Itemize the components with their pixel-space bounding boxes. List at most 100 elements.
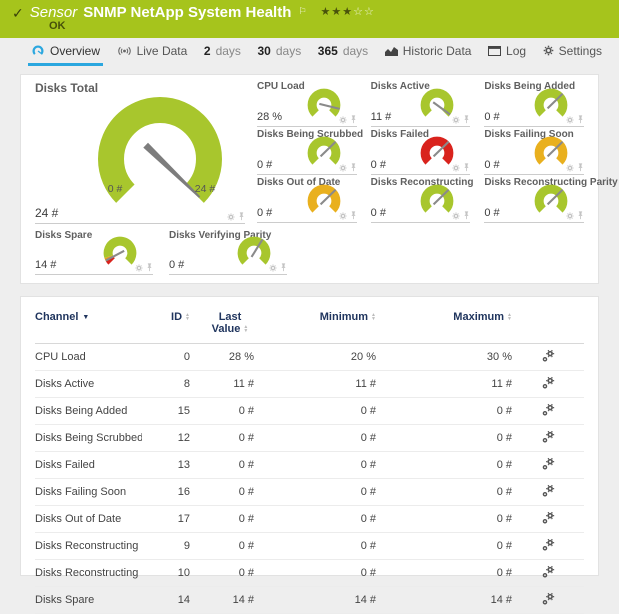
channel-settings-icon[interactable] <box>542 376 555 389</box>
tab-label: Historic Data <box>403 44 472 58</box>
channel-maximum: 0 # <box>376 506 512 533</box>
gauge-value: 0 # <box>371 159 386 171</box>
gauge-dial <box>85 95 235 213</box>
priority-stars[interactable]: ★★★☆☆ <box>320 7 374 18</box>
gauge-value: 0 # <box>484 159 499 171</box>
column-header-channel[interactable]: Channel▼ <box>35 305 142 344</box>
gauge-grid: CPU Load 28 % Disks Active 11 # Disks Be… <box>257 79 584 224</box>
gauge-settings-icon[interactable] <box>339 164 347 172</box>
gauge-icon <box>31 45 45 56</box>
gauge-pin-icon[interactable] <box>280 263 287 272</box>
column-header-id[interactable]: ID▲▼ <box>142 305 190 344</box>
column-header-minimum[interactable]: Minimum▲▼ <box>254 305 376 344</box>
channel-name: Disks Failing Soon <box>35 479 142 506</box>
channel-name: Disks Reconstructing P... <box>35 560 142 587</box>
tab-historic-data[interactable]: Historic Data <box>382 38 475 66</box>
channel-settings-icon[interactable] <box>542 457 555 470</box>
gauge-pin-icon[interactable] <box>577 115 584 124</box>
column-header-last-value[interactable]: Last Value▲▼ <box>190 305 254 344</box>
gauge-settings-icon[interactable] <box>227 213 235 221</box>
channel-name: Disks Spare <box>35 587 142 614</box>
tab-label: Live Data <box>137 44 188 58</box>
gauge-pin-icon[interactable] <box>146 263 153 272</box>
channel-minimum: 0 # <box>254 533 376 560</box>
gauge-bottom-row: Disks Spare 14 # Disks Verifying Parity … <box>35 228 584 275</box>
tab-2-days[interactable]: 2days <box>201 38 244 66</box>
gauge-value: 0 # <box>371 207 386 219</box>
gauge-settings-icon[interactable] <box>339 116 347 124</box>
star-icon: ★ <box>331 6 342 18</box>
gauge-pin-icon[interactable] <box>577 211 584 220</box>
gauge-settings-icon[interactable] <box>566 212 574 220</box>
column-header-maximum[interactable]: Maximum▲▼ <box>376 305 512 344</box>
channel-settings-icon[interactable] <box>542 592 555 605</box>
gauge-settings-icon[interactable] <box>339 212 347 220</box>
channel-last-value: 0 # <box>190 533 254 560</box>
channel-minimum: 0 # <box>254 560 376 587</box>
gauge-value: 24 # <box>35 206 58 220</box>
status-ok-check-icon: ✓ <box>12 6 24 20</box>
gauge-settings-icon[interactable] <box>452 164 460 172</box>
channel-last-value: 0 # <box>190 506 254 533</box>
gear-icon <box>543 45 554 56</box>
channel-settings-icon[interactable] <box>542 349 555 362</box>
channels-table-panel: Channel▼ ID▲▼ Last Value▲▼ Minimum▲▼ Max… <box>20 296 599 576</box>
tab-log[interactable]: Log <box>485 38 529 66</box>
channel-name: Disks Reconstructing <box>35 533 142 560</box>
gauge-label: CPU Load <box>257 81 305 92</box>
channel-settings-icon[interactable] <box>542 538 555 551</box>
star-icon: ★ <box>320 6 331 18</box>
gauge-settings-icon[interactable] <box>269 264 277 272</box>
sort-icon: ▲▼ <box>185 313 190 321</box>
channel-id: 9 <box>142 533 190 560</box>
gauge-settings-icon[interactable] <box>566 164 574 172</box>
tab-30-days[interactable]: 30days <box>255 38 305 66</box>
gauge-settings-icon[interactable] <box>566 116 574 124</box>
channel-minimum: 14 # <box>254 587 376 614</box>
gauge-settings-icon[interactable] <box>452 212 460 220</box>
tab-365-days[interactable]: 365days <box>315 38 371 66</box>
live-icon <box>117 46 132 56</box>
table-row: Disks Reconstructing P... 10 0 # 0 # 0 # <box>35 560 584 587</box>
chart-icon <box>385 46 398 56</box>
sensor-title: SNMP NetApp System Health <box>83 4 291 21</box>
gauge-pin-icon[interactable] <box>350 115 357 124</box>
gauge-pin-icon[interactable] <box>463 211 470 220</box>
gauge-settings-icon[interactable] <box>135 264 143 272</box>
sort-icon: ▲▼ <box>507 313 512 321</box>
tab-label: Settings <box>559 44 602 58</box>
sensor-kind-label: Sensor <box>30 4 78 21</box>
channel-id: 13 <box>142 452 190 479</box>
gauge-settings-icon[interactable] <box>452 116 460 124</box>
channel-settings-icon[interactable] <box>542 484 555 497</box>
gauge-disks-failing-soon: Disks Failing Soon 0 # <box>484 127 584 175</box>
gauge-label: Disks Spare <box>35 230 92 241</box>
tab-bar: Overview Live Data 2days 30days 365days … <box>0 38 619 66</box>
channel-last-value: 11 # <box>190 371 254 398</box>
channel-settings-icon[interactable] <box>542 511 555 524</box>
channel-settings-icon[interactable] <box>542 403 555 416</box>
channel-settings-icon[interactable] <box>542 565 555 578</box>
gauge-value: 11 # <box>371 111 392 123</box>
tab-settings[interactable]: Settings <box>540 38 605 66</box>
tab-live-data[interactable]: Live Data <box>114 38 191 66</box>
channel-minimum: 0 # <box>254 506 376 533</box>
gauge-pin-icon[interactable] <box>463 163 470 172</box>
gauge-pin-icon[interactable] <box>238 212 245 221</box>
channel-minimum: 0 # <box>254 479 376 506</box>
gauges-panel: Disks Total 0 # 24 # 24 # CPU Load 28 % … <box>20 74 599 284</box>
channel-minimum: 20 % <box>254 344 376 371</box>
gauge-pin-icon[interactable] <box>577 163 584 172</box>
table-row: Disks Failed 13 0 # 0 # 0 # <box>35 452 584 479</box>
table-row: Disks Being Added 15 0 # 0 # 0 # <box>35 398 584 425</box>
sensor-status-badge: OK <box>49 20 619 32</box>
gauge-value: 0 # <box>257 207 272 219</box>
channel-maximum: 30 % <box>376 344 512 371</box>
gauge-pin-icon[interactable] <box>463 115 470 124</box>
gauge-pin-icon[interactable] <box>350 163 357 172</box>
sensor-header: ✓ Sensor SNMP NetApp System Health ⚐ ★★★… <box>0 0 619 38</box>
gauge-pin-icon[interactable] <box>350 211 357 220</box>
channel-settings-icon[interactable] <box>542 430 555 443</box>
channel-maximum: 11 # <box>376 371 512 398</box>
tab-overview[interactable]: Overview <box>28 38 103 66</box>
